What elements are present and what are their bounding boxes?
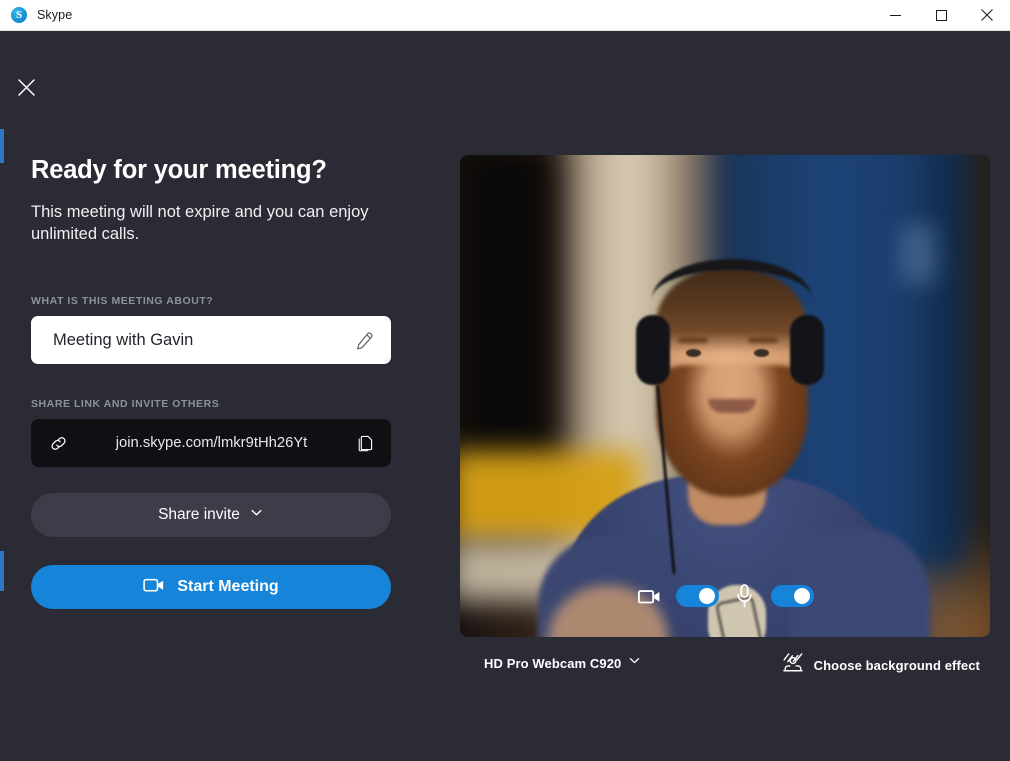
camera-device-name: HD Pro Webcam C920 bbox=[484, 655, 622, 671]
camera-device-selector[interactable]: HD Pro Webcam C920 bbox=[484, 654, 641, 672]
camera-toggle[interactable] bbox=[675, 585, 719, 607]
page-subtitle: This meeting will not expire and you can… bbox=[31, 202, 369, 243]
start-meeting-label: Start Meeting bbox=[177, 578, 279, 596]
meeting-name-label: WHAT IS THIS MEETING ABOUT? bbox=[31, 295, 214, 308]
minimize-button[interactable] bbox=[872, 0, 918, 30]
share-link-label: SHARE LINK AND INVITE OTHERS bbox=[31, 398, 220, 411]
headphone-cup-right bbox=[790, 315, 824, 385]
person-mouth bbox=[708, 399, 756, 413]
person-on-camera bbox=[460, 155, 990, 637]
title-bar: S Skype bbox=[0, 0, 1010, 31]
share-invite-label: Share invite bbox=[158, 506, 240, 524]
person-brow-right bbox=[748, 337, 778, 343]
headphone-band bbox=[652, 259, 812, 299]
meeting-setup-dialog: Ready for your meeting? This meeting wil… bbox=[0, 31, 1010, 761]
window-title: Skype bbox=[37, 8, 73, 22]
chevron-down-icon bbox=[628, 654, 641, 672]
microphone-toggle[interactable] bbox=[770, 585, 814, 607]
meeting-name-value: Meeting with Gavin bbox=[53, 330, 194, 349]
link-icon bbox=[45, 430, 71, 456]
video-camera-icon bbox=[143, 576, 165, 599]
skype-window: S Skype Ready for your meeting? This mee… bbox=[0, 0, 1010, 761]
meeting-link-value: join.skype.com/lmkr9tHh26Yt bbox=[115, 435, 308, 452]
person-eye-left bbox=[686, 349, 701, 357]
person-eye-right bbox=[754, 349, 769, 357]
headphone-cup-left bbox=[636, 315, 670, 385]
close-icon bbox=[981, 9, 993, 21]
background-effect-label: Choose background effect bbox=[813, 658, 980, 673]
maximize-button[interactable] bbox=[918, 0, 964, 30]
choose-background-effect-button[interactable]: Choose background effect bbox=[781, 651, 980, 680]
share-invite-button[interactable]: Share invite bbox=[31, 493, 391, 538]
camera-toggle-knob bbox=[698, 588, 715, 604]
person-right-shoulder bbox=[790, 527, 930, 637]
meeting-name-input[interactable]: Meeting with Gavin bbox=[31, 316, 391, 365]
pencil-icon[interactable] bbox=[351, 327, 377, 353]
video-preview-footer: HD Pro Webcam C920 Choose background eff… bbox=[460, 651, 990, 680]
start-meeting-button[interactable]: Start Meeting bbox=[31, 565, 391, 610]
video-preview-panel: HD Pro Webcam C920 Choose background eff… bbox=[460, 155, 990, 680]
page-title: Ready for your meeting? bbox=[31, 156, 327, 184]
meeting-details-panel: Ready for your meeting? This meeting wil… bbox=[31, 155, 411, 610]
skype-logo-icon: S bbox=[11, 7, 27, 23]
close-button[interactable] bbox=[964, 0, 1010, 30]
microphone-toggle-knob bbox=[793, 588, 810, 604]
copy-icon[interactable] bbox=[352, 430, 378, 456]
maximize-icon bbox=[935, 9, 947, 21]
dialog-close-button[interactable] bbox=[10, 71, 42, 103]
microphone-icon[interactable] bbox=[732, 583, 758, 609]
video-camera-icon[interactable] bbox=[637, 583, 663, 609]
camera-preview-controls bbox=[460, 583, 990, 609]
meeting-link-field[interactable]: join.skype.com/lmkr9tHh26Yt bbox=[31, 419, 391, 468]
close-icon bbox=[17, 78, 35, 96]
person-brow-left bbox=[678, 337, 708, 343]
camera-preview bbox=[460, 155, 990, 637]
chevron-down-icon bbox=[249, 505, 264, 525]
minimize-icon bbox=[889, 14, 901, 16]
background-blur-icon bbox=[781, 651, 805, 680]
